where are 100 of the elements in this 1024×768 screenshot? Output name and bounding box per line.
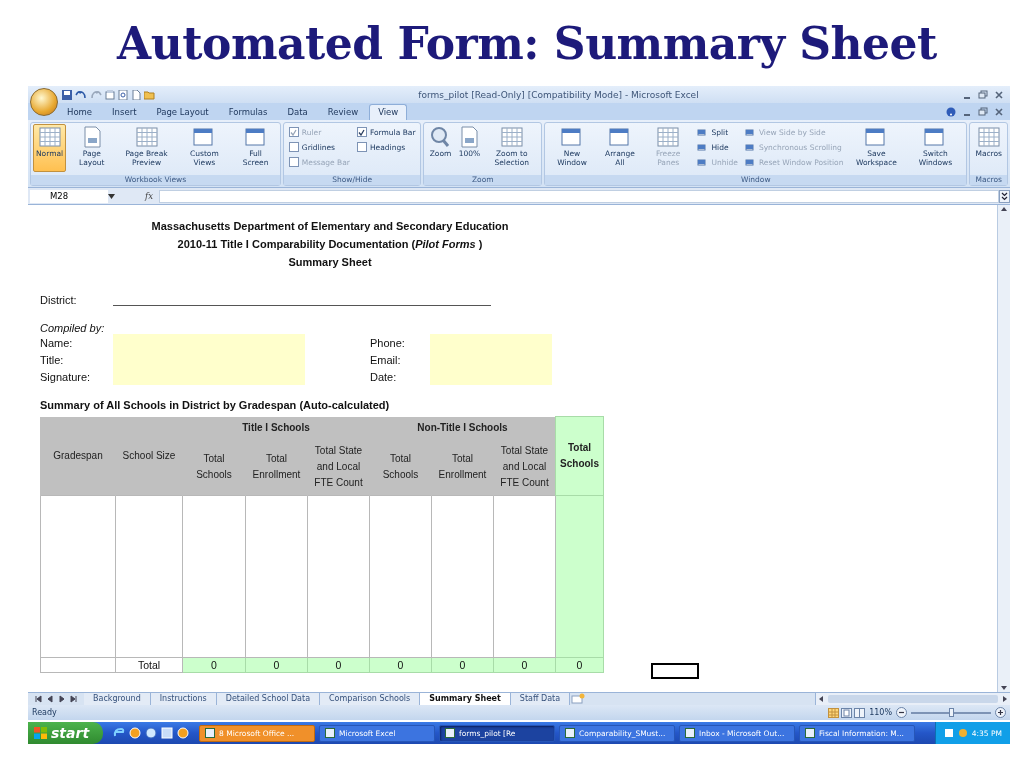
column-group-header: Non-Title I Schools <box>369 416 556 439</box>
field-label: Name: <box>40 336 74 349</box>
new-document-icon[interactable] <box>131 89 141 100</box>
input-field[interactable] <box>430 334 552 351</box>
field-label: Phone: <box>370 336 406 349</box>
window-icon <box>565 728 576 738</box>
dropdown-arrow-icon[interactable] <box>108 193 115 199</box>
status-text: Ready <box>32 708 57 717</box>
vertical-scrollbar[interactable] <box>997 205 1010 692</box>
help-icon[interactable] <box>946 106 956 117</box>
input-field[interactable] <box>430 368 552 385</box>
close-icon[interactable] <box>994 89 1004 100</box>
sheet-tab[interactable]: Background <box>84 693 151 705</box>
browser-icon[interactable] <box>113 727 126 739</box>
window-icon <box>697 141 709 153</box>
close-icon[interactable] <box>994 106 1004 117</box>
ribbon-tab[interactable]: Insert <box>103 104 146 120</box>
expand-icon[interactable] <box>999 189 1010 203</box>
last-sheet-icon[interactable] <box>70 695 78 703</box>
app-icon[interactable] <box>129 727 142 739</box>
sheet-heading: 2010-11 Title I Comparability Documentation (Pilot Forms ) <box>177 238 483 250</box>
media-icon[interactable] <box>145 727 158 739</box>
column-header: Total Schools <box>555 416 604 495</box>
horizontal-scrollbar[interactable] <box>815 693 1010 705</box>
restore-icon[interactable] <box>978 89 988 100</box>
input-field[interactable] <box>113 334 305 351</box>
app-icon[interactable] <box>177 727 190 739</box>
sheet-tab[interactable]: Comparison Schools <box>320 693 421 705</box>
grid-icon <box>135 126 158 148</box>
insert-function-button[interactable]: fx <box>145 191 153 201</box>
sheet-heading: Summary Sheet <box>288 256 372 268</box>
page-break-view-icon[interactable] <box>854 707 866 718</box>
column-group-header: Title I Schools <box>182 416 370 439</box>
field-label: Title: <box>40 353 65 366</box>
scroll-left-icon[interactable] <box>818 695 824 703</box>
page-icon <box>458 126 481 148</box>
window-icon <box>697 156 709 168</box>
window-icon <box>561 126 584 148</box>
printer-icon[interactable] <box>105 89 115 100</box>
column-header: School Size <box>115 416 183 495</box>
next-sheet-icon[interactable] <box>58 695 66 703</box>
selected-cell-outline <box>651 662 699 679</box>
window-icon <box>193 126 216 148</box>
grid-icon <box>657 126 680 148</box>
ribbon-tab[interactable]: Review <box>318 104 368 120</box>
column-header: Total State and Local FTE Count <box>493 438 556 495</box>
sheet-tab[interactable]: Detailed School Data <box>216 693 321 705</box>
name-box[interactable]: M28 <box>30 189 108 203</box>
window-icon <box>865 126 888 148</box>
folder-icon[interactable] <box>144 89 155 100</box>
field-label: Date: <box>370 370 398 383</box>
checkmark-icon <box>290 128 298 136</box>
zoom-out-icon[interactable] <box>896 707 907 718</box>
restore-icon[interactable] <box>978 106 988 117</box>
first-sheet-icon[interactable] <box>34 695 42 703</box>
ribbon-tab[interactable]: Data <box>278 104 317 120</box>
window-icon <box>205 728 216 738</box>
grid-icon <box>500 126 523 148</box>
window-icon <box>244 126 267 148</box>
column-header: Total State and Local FTE Count <box>307 438 370 495</box>
input-field[interactable] <box>113 368 305 385</box>
slider-thumb[interactable] <box>949 707 954 717</box>
sheet-tab[interactable]: Instructions <box>150 693 217 705</box>
column-header: Total Schools <box>369 438 432 495</box>
window-title: forms_pilot [Read-Only] [Compatibility Mode] - Microsoft Excel <box>417 89 700 100</box>
ribbon-tab[interactable]: Home <box>58 104 102 120</box>
desktop-icon[interactable] <box>161 727 174 739</box>
slide-title: Automated Form: Summary Sheet <box>117 17 937 69</box>
page-layout-view-icon[interactable] <box>841 707 853 718</box>
print-preview-icon[interactable] <box>118 89 128 100</box>
formula-input[interactable] <box>158 189 999 203</box>
ribbon-tab[interactable]: Formulas <box>219 104 277 120</box>
scroll-right-icon[interactable] <box>1002 695 1008 703</box>
ribbon-tab[interactable]: View <box>369 104 408 120</box>
field-label: District: <box>40 294 78 306</box>
window-icon <box>608 126 631 148</box>
field-label: Signature: <box>40 370 92 383</box>
save-icon[interactable] <box>62 89 72 100</box>
column-header: Total Schools <box>182 438 246 495</box>
ribbon-tab[interactable]: Page Layout <box>147 104 218 120</box>
window-icon <box>744 141 756 153</box>
zoom-in-icon[interactable] <box>995 707 1006 718</box>
previous-sheet-icon[interactable] <box>46 695 54 703</box>
window-icon <box>445 728 456 738</box>
window-icon <box>805 728 816 738</box>
normal-view-icon[interactable] <box>828 707 840 718</box>
table-cell: Total <box>115 657 183 672</box>
office-button[interactable] <box>30 88 58 116</box>
sheet-tab[interactable]: Summary Sheet <box>420 693 511 705</box>
column-header: Gradespan <box>40 416 116 495</box>
window-icon <box>924 126 947 148</box>
sheet-tab[interactable]: Staff Data <box>510 693 571 705</box>
table-title: Summary of All Schools in District by Gradespan (Auto-calculated) <box>40 399 391 413</box>
window-icon <box>325 728 336 738</box>
undo-icon[interactable] <box>75 89 87 100</box>
field-label: Email: <box>370 353 402 366</box>
window-icon <box>744 126 756 138</box>
grid-icon <box>38 126 61 148</box>
grid-icon <box>977 126 1000 148</box>
zoom-slider[interactable] <box>911 711 991 714</box>
